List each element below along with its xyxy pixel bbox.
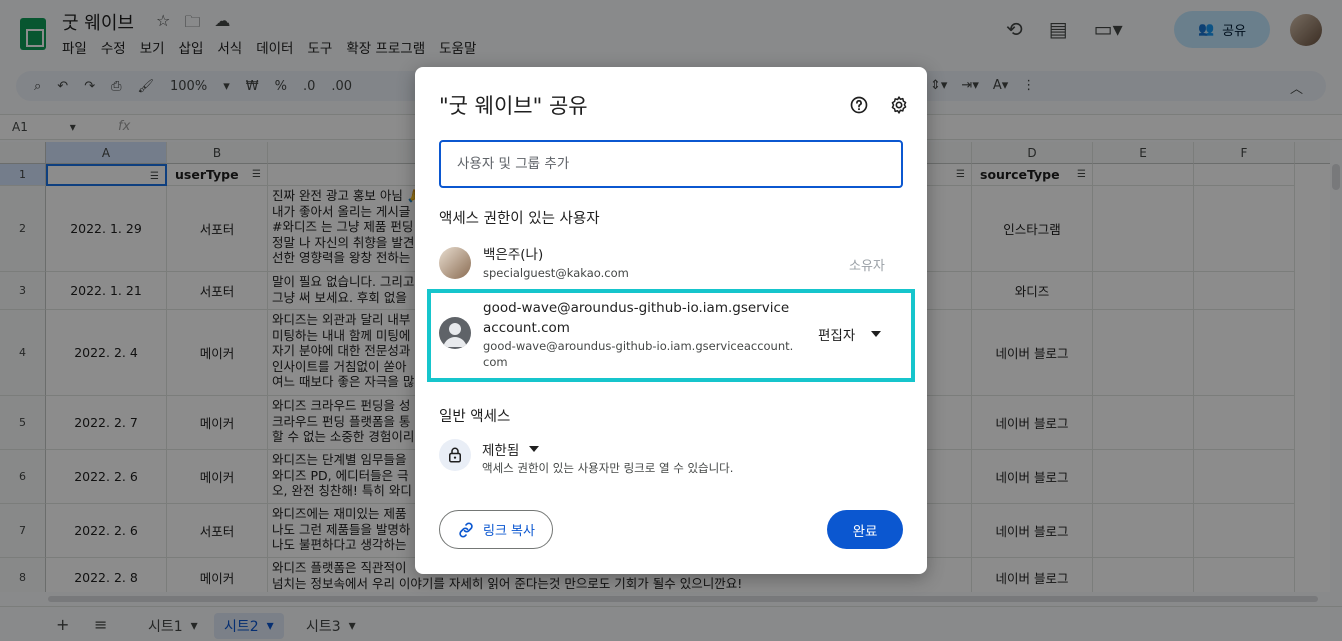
owner-role: 소유자 — [849, 259, 885, 274]
gear-icon[interactable] — [889, 95, 909, 115]
link-icon — [459, 522, 473, 537]
people-with-access-heading: 액세스 권한이 있는 사용자 — [439, 211, 600, 227]
chevron-down-icon — [529, 446, 540, 452]
general-access-label: 제한됨 — [482, 443, 520, 459]
owner-name: 백은주(나) — [483, 247, 544, 263]
done-button[interactable]: 완료 — [827, 510, 903, 549]
general-access-heading: 일반 액세스 — [439, 409, 511, 425]
copy-link-label: 링크 복사 — [483, 524, 535, 539]
help-icon[interactable] — [849, 95, 869, 115]
owner-avatar — [439, 247, 471, 279]
owner-email: specialguest@kakao.com — [483, 266, 629, 280]
general-access-description: 액세스 권한이 있는 사용자만 링크로 열 수 있습니다. — [482, 461, 734, 475]
done-button-label: 완료 — [852, 523, 878, 540]
highlight-annotation — [427, 289, 915, 382]
add-people-input[interactable] — [439, 140, 903, 188]
copy-link-button[interactable]: 링크 복사 — [439, 510, 553, 549]
dialog-title: "굿 웨이브" 공유 — [439, 94, 588, 118]
owner-row: 백은주(나) specialguest@kakao.com 소유자 — [439, 247, 903, 283]
lock-icon — [439, 439, 471, 471]
general-access-select[interactable]: 제한됨 — [482, 439, 540, 459]
